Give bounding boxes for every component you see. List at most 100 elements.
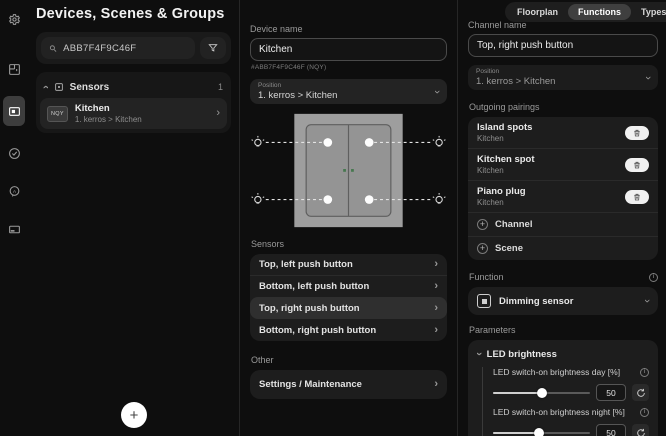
chevron-right-icon: › (216, 108, 220, 119)
trash-icon (633, 161, 641, 169)
sensor-item-label: Bottom, left push button (259, 281, 369, 292)
reset-default-button[interactable] (632, 384, 649, 401)
pairing-name: Piano plug (477, 186, 526, 197)
position-lines: Position 1. kerros > Kitchen (476, 68, 646, 87)
day-brightness-value[interactable] (596, 384, 626, 401)
device-tree-panel: Devices, Scenes & Groups › Sensors 1 NQY… (28, 0, 239, 436)
slider-thumb[interactable] (537, 388, 547, 398)
sensor-type-icon (54, 82, 64, 92)
device-illustration (250, 112, 447, 229)
sensor-channel-list: Top, left push button› Bottom, left push… (250, 254, 447, 341)
add-scene-button[interactable]: + Scene (468, 236, 658, 260)
delete-pairing-button[interactable] (625, 126, 649, 140)
add-channel-label: Channel (495, 219, 532, 230)
plus-icon: + (477, 219, 488, 230)
pairing-item-piano-plug[interactable]: Piano plug Kitchen (468, 180, 658, 212)
position-label: Position (476, 68, 646, 75)
device-list-item-kitchen[interactable]: NQY Kitchen 1. kerros > Kitchen › (40, 98, 227, 129)
position-label: Position (258, 82, 435, 89)
assistant-nav-icon[interactable]: A (3, 180, 25, 202)
info-icon[interactable]: i (649, 273, 658, 282)
settings-item-label: Settings / Maintenance (259, 379, 362, 390)
slider-thumb[interactable] (534, 428, 544, 436)
chevron-right-icon: › (434, 303, 438, 314)
chevron-down-icon: › (641, 299, 653, 303)
device-name-input[interactable] (250, 38, 447, 61)
settings-gear-icon[interactable] (3, 8, 25, 30)
commissioning-check-icon[interactable] (3, 142, 25, 164)
sensor-item-label: Bottom, right push button (259, 325, 376, 336)
floorplan-nav-icon[interactable] (3, 58, 25, 80)
search-input[interactable] (41, 37, 195, 59)
led-group-label: LED brightness (487, 349, 557, 360)
sensors-section-label: Sensors (251, 239, 447, 249)
night-brightness-value[interactable] (596, 424, 626, 436)
channel-name-input[interactable] (468, 34, 658, 57)
add-channel-button[interactable]: + Channel (468, 212, 658, 236)
media-card-nav-icon[interactable] (3, 218, 25, 240)
channel-position-dropdown[interactable]: Position 1. kerros > Kitchen › (468, 65, 658, 90)
reset-default-button[interactable] (632, 424, 649, 436)
slider-fill (493, 392, 542, 395)
function-dropdown[interactable]: Dimming sensor › (468, 287, 658, 315)
trash-icon (633, 193, 641, 201)
page-title: Devices, Scenes & Groups (36, 6, 231, 22)
param-night-controls (493, 424, 649, 436)
info-icon[interactable]: i (640, 368, 649, 377)
devices-nav-icon[interactable] (3, 96, 25, 126)
day-brightness-slider[interactable] (493, 387, 590, 399)
sensor-item-top-right[interactable]: Top, right push button› (250, 297, 447, 319)
led-brightness-group-header[interactable]: › LED brightness (477, 348, 649, 360)
pairing-location: Kitchen (477, 198, 526, 207)
function-value: Dimming sensor (499, 296, 573, 307)
sensor-item-bottom-right[interactable]: Bottom, right push button › (250, 319, 447, 341)
device-position-dropdown[interactable]: Position 1. kerros > Kitchen › (250, 79, 447, 104)
device-detail-panel: Device name #ABB7F4F9C46F (NQY) Position… (240, 0, 457, 436)
chevron-right-icon: › (434, 281, 438, 292)
add-device-button[interactable]: + (121, 402, 147, 428)
group-label: Sensors (70, 82, 109, 93)
search-icon (49, 44, 57, 53)
pairings-section-label: Outgoing pairings (469, 102, 658, 112)
parameters-section-label: Parameters (469, 325, 658, 335)
pairing-item-kitchen-spot[interactable]: Kitchen spot Kitchen (468, 148, 658, 180)
channel-name-label: Channel name (468, 20, 658, 30)
device-badge: NQY (47, 106, 68, 122)
function-label-text: Function (469, 272, 504, 282)
sensor-item-label: Top, left push button (259, 259, 353, 270)
pairing-name: Island spots (477, 122, 532, 133)
device-text: Kitchen 1. kerros > Kitchen (75, 103, 142, 124)
function-card: Dimming sensor › (468, 287, 658, 315)
pairing-item-island-spots[interactable]: Island spots Kitchen (468, 117, 658, 148)
param-night-label-row: LED switch-on brightness night [%] i (493, 407, 649, 417)
add-scene-label: Scene (495, 243, 523, 254)
night-brightness-slider[interactable] (493, 427, 590, 436)
delete-pairing-button[interactable] (625, 158, 649, 172)
chevron-down-icon: › (473, 352, 485, 356)
dimming-sensor-icon (477, 294, 491, 308)
search-field[interactable] (63, 43, 187, 54)
device-serial: #ABB7F4F9C46F (NQY) (251, 64, 447, 71)
settings-maintenance-item[interactable]: Settings / Maintenance› (250, 370, 447, 399)
trash-icon (633, 129, 641, 137)
filter-funnel-icon (208, 43, 218, 53)
plus-icon: + (477, 243, 488, 254)
info-icon[interactable]: i (640, 408, 649, 417)
sensor-item-bottom-left[interactable]: Bottom, left push button › (250, 275, 447, 297)
filter-button[interactable] (200, 37, 226, 59)
chevron-right-icon: › (434, 325, 438, 336)
device-figure-wrap (250, 112, 447, 229)
sensor-item-top-left[interactable]: Top, left push button› (250, 254, 447, 275)
function-section-label: Function i (469, 272, 658, 282)
pairing-location: Kitchen (477, 166, 535, 175)
chevron-down-icon: › (642, 76, 654, 80)
sensors-group-header[interactable]: › Sensors 1 (40, 76, 227, 98)
group-count: 1 (218, 82, 223, 92)
search-card (36, 32, 231, 64)
pairing-name: Kitchen spot (477, 154, 535, 165)
device-name-label: Device name (250, 24, 447, 34)
reset-icon (636, 388, 646, 398)
param-day-controls (493, 384, 649, 401)
parameters-card: › LED brightness LED switch-on brightnes… (468, 340, 658, 436)
delete-pairing-button[interactable] (625, 190, 649, 204)
